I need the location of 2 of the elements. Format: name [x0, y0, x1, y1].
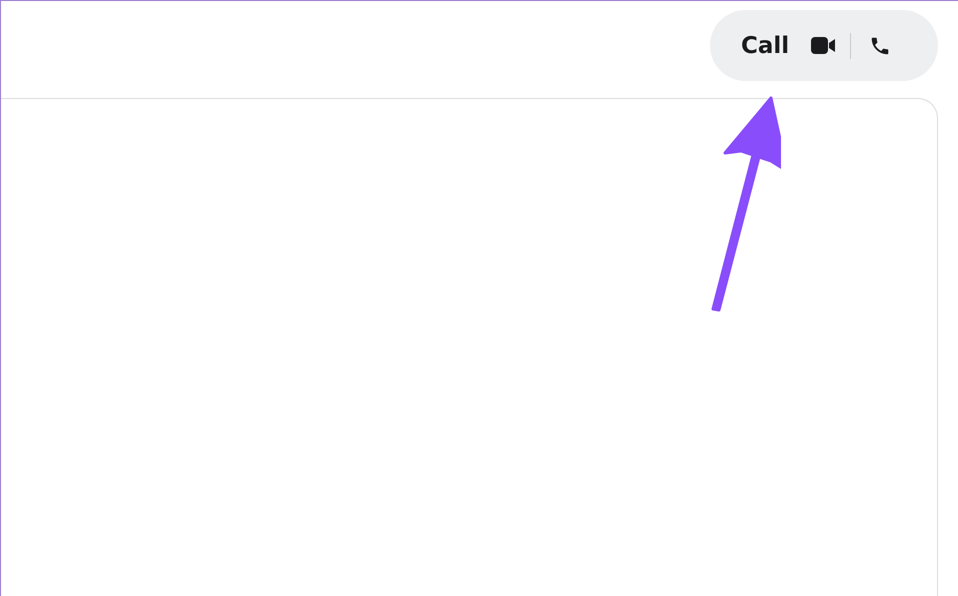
video-call-button[interactable]: Call — [741, 32, 836, 58]
video-camera-icon — [811, 37, 836, 54]
